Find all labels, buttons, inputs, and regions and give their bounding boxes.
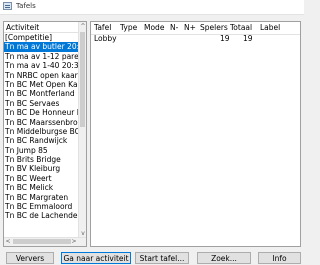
list-item[interactable]: Tn BC Randwijck	[4, 136, 79, 145]
activity-column-header[interactable]: Activiteit	[4, 22, 78, 33]
list-item[interactable]: Tn ma av 1-12 paren	[4, 52, 79, 61]
goto-activity-button[interactable]: Ga naar activiteit	[61, 252, 131, 264]
column-header-n-min[interactable]: N-	[170, 23, 178, 33]
activity-list[interactable]: Activiteit [Competitie] Tn ma av butler 2…	[3, 21, 87, 247]
scroll-right-arrow-icon[interactable]: >	[70, 238, 78, 246]
list-item[interactable]: Tn BC Melick	[4, 183, 79, 192]
window-title: Tafels	[16, 2, 36, 10]
table-row[interactable]: Lobby 19 19	[91, 34, 300, 44]
column-header-type[interactable]: Type	[120, 23, 137, 33]
tables-app-icon	[3, 2, 12, 10]
activity-list-items: [Competitie] Tn ma av butler 20:0 Tn ma av…	[4, 33, 79, 221]
list-item[interactable]: Tn Middelburgse BC	[4, 127, 79, 136]
tables-grid[interactable]: Tafel Type Mode N- N+ Spelers Totaal Lab…	[90, 21, 301, 247]
column-header-label[interactable]: Label	[260, 23, 280, 33]
list-item[interactable]: Tn ma av 1-40 20:30	[4, 61, 79, 70]
cell-tafel: Lobby	[94, 34, 117, 43]
list-item[interactable]: Tn BC Maarssenbroel	[4, 118, 79, 127]
activity-vertical-scrollbar[interactable]: ^ v	[78, 22, 86, 238]
list-item[interactable]: Tn Jump 85	[4, 146, 79, 155]
scroll-up-arrow-icon[interactable]: ^	[79, 22, 86, 31]
list-item[interactable]: Tn BC Emmaloord	[4, 202, 79, 211]
column-header-totaal[interactable]: Totaal	[230, 23, 252, 33]
list-item[interactable]: Tn Brits Bridge	[4, 155, 79, 164]
column-header-spelers[interactable]: Spelers	[200, 23, 228, 33]
search-button[interactable]: Zoek...	[197, 252, 251, 264]
list-item[interactable]: Tn ma av butler 20:0	[4, 42, 79, 52]
cell-totaal: 19	[243, 34, 253, 43]
vertical-scroll-thumb[interactable]	[80, 32, 85, 127]
horizontal-scroll-thumb[interactable]	[13, 239, 71, 244]
list-item[interactable]: Tn BC De Honneur Dc	[4, 108, 79, 117]
list-item[interactable]: Tn BC Montferland	[4, 89, 79, 98]
list-item[interactable]: Tn BC Weert	[4, 174, 79, 183]
list-item[interactable]: Tn BC de Lachende V	[4, 211, 79, 220]
list-item[interactable]: Tn BC Servaes	[4, 99, 79, 108]
column-header-tafel[interactable]: Tafel	[94, 23, 111, 33]
column-header-mode[interactable]: Mode	[144, 23, 164, 33]
list-item[interactable]: [Competitie]	[4, 33, 79, 42]
list-item[interactable]: Tn BC Met Open Kaar	[4, 80, 79, 89]
info-button[interactable]: Info	[258, 252, 301, 264]
column-header-n-plus[interactable]: N+	[184, 23, 196, 33]
list-item[interactable]: Tn NRBC open kaart	[4, 71, 79, 80]
refresh-button[interactable]: Ververs	[6, 252, 54, 264]
scroll-left-arrow-icon[interactable]: <	[4, 238, 12, 246]
activity-horizontal-scrollbar[interactable]: < >	[4, 237, 86, 246]
title-bar: Tafels	[0, 0, 304, 15]
cell-spelers: 19	[220, 34, 230, 43]
start-table-button[interactable]: Start tafel...	[135, 252, 189, 264]
list-item[interactable]: Tn BV Kleiburg	[4, 164, 79, 173]
list-item[interactable]: Tn BC Margraten	[4, 193, 79, 202]
